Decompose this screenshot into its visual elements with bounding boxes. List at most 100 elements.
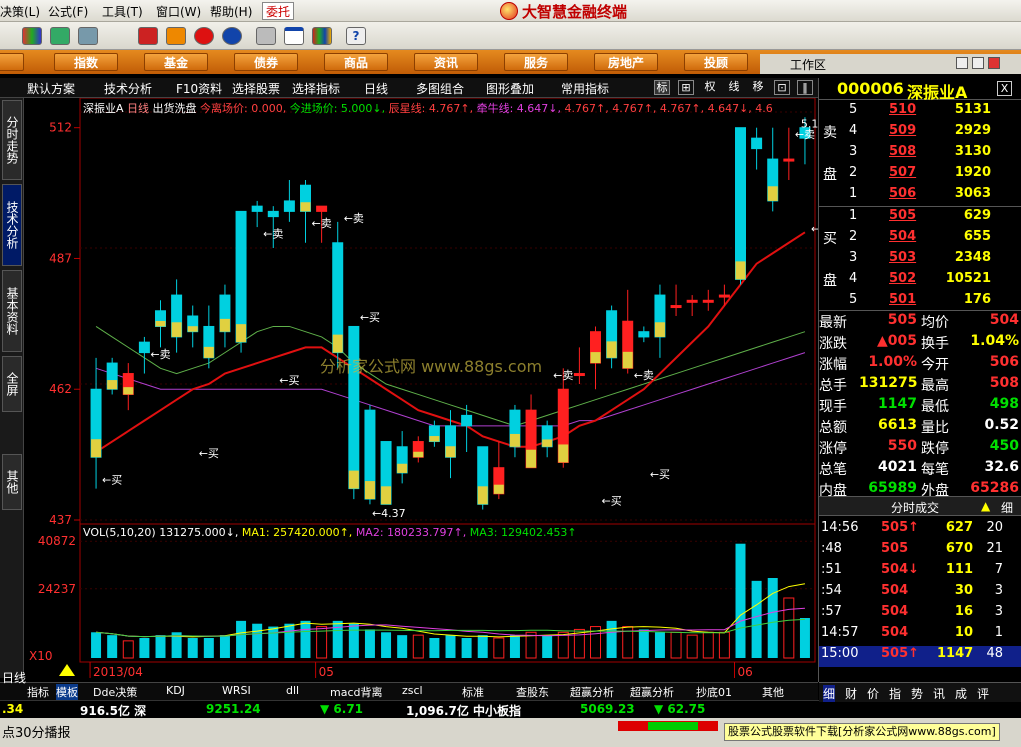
tab-fundamentals[interactable]: 基本资料: [2, 270, 22, 352]
nav-news[interactable]: 资讯: [414, 53, 478, 71]
tick-price: 505: [881, 541, 909, 556]
print-icon[interactable]: [256, 27, 276, 45]
tick-time: :48: [821, 541, 842, 556]
y-label-2: 462: [49, 382, 72, 396]
menu-window[interactable]: 窗口(W): [156, 3, 201, 20]
candle-highlight: [526, 449, 537, 468]
overlay-dropdown[interactable]: 图形叠加: [486, 80, 534, 97]
quote-tab-2[interactable]: 价: [867, 685, 879, 702]
stock-red-icon[interactable]: [194, 27, 214, 45]
tech-analysis-dropdown[interactable]: 技术分析: [104, 80, 152, 97]
nav-bond[interactable]: 债券: [234, 53, 298, 71]
f10-dropdown[interactable]: F10资料: [176, 80, 222, 97]
nav-stocks[interactable]: 股: [0, 53, 24, 71]
tab-intraday[interactable]: 分时走势: [2, 100, 22, 180]
quote-tab-0[interactable]: 细: [823, 685, 836, 702]
tab-fullscreen[interactable]: 全屏: [2, 356, 22, 412]
multi-chart-dropdown[interactable]: 多图组合: [416, 80, 464, 97]
stock-blue-icon[interactable]: [222, 27, 242, 45]
ad-banner[interactable]: 股票公式股票软件下载[分析家公式网www.88gs.com]: [724, 723, 1000, 741]
binoculars-icon[interactable]: [50, 27, 70, 45]
stat-row: 涨停 550 跌停 450: [819, 438, 1021, 459]
volume-chart[interactable]: 40872 24237 X10 2013/04 05 06: [25, 524, 818, 682]
tab-standard[interactable]: 标准: [462, 684, 484, 700]
nav-advisor[interactable]: 投顾: [684, 53, 748, 71]
tab-other[interactable]: 其他: [2, 454, 22, 510]
candle-body: [573, 373, 585, 377]
common-indicator-dropdown[interactable]: 常用指标: [561, 80, 609, 97]
tab-daily-label[interactable]: 日线: [2, 669, 26, 686]
close-window-icon[interactable]: [988, 57, 1000, 69]
work-area-label[interactable]: 工作区: [790, 56, 826, 73]
menu-decision[interactable]: 决策(L): [0, 3, 40, 20]
ticks-detail-button[interactable]: 细: [1001, 499, 1013, 516]
stat-row: 涨幅 1.00% 今开 506: [819, 354, 1021, 375]
move-button[interactable]: 移: [750, 80, 766, 95]
quote-tab-7[interactable]: 评: [977, 685, 989, 702]
books-icon[interactable]: [312, 27, 332, 45]
quote-tab-5[interactable]: 讯: [933, 685, 945, 702]
menu-help[interactable]: 帮助(H): [210, 3, 252, 20]
tab-macd[interactable]: macd背离: [330, 684, 383, 700]
candle-highlight: [123, 387, 134, 395]
tick-time: 15:00: [821, 646, 859, 661]
quote-tab-1[interactable]: 财: [845, 685, 857, 702]
tab-kdj[interactable]: KDJ: [166, 684, 185, 697]
alert-icon[interactable]: [138, 27, 158, 45]
nav-fund[interactable]: 基金: [144, 53, 208, 71]
tab-technical[interactable]: 技术分析: [2, 184, 22, 266]
restore-icon[interactable]: [972, 57, 984, 69]
stats-divider: [819, 310, 1021, 311]
nav-commodity[interactable]: 商品: [324, 53, 388, 71]
volume-bar: [735, 543, 746, 658]
tab-dde[interactable]: Dde决策: [93, 684, 137, 700]
select-stock-button[interactable]: 选择股票: [232, 80, 280, 97]
quote-tab-3[interactable]: 指: [889, 685, 901, 702]
period-dropdown[interactable]: 日线: [364, 80, 388, 97]
stat-value-2: 508: [989, 375, 1019, 391]
market-icon[interactable]: [22, 27, 42, 45]
nav-index[interactable]: 指数: [54, 53, 118, 71]
tab-indicator[interactable]: 指标: [27, 684, 49, 700]
minimize-icon[interactable]: [956, 57, 968, 69]
kline-chart[interactable]: 512487462437←买←卖←买←卖←买←卖←卖←买←卖←买←卖←买←卖←买…: [25, 98, 818, 524]
expand-icon[interactable]: ⊡: [774, 80, 790, 95]
tab-bottom-fishing[interactable]: 抄底01: [696, 684, 732, 700]
nav-realestate[interactable]: 房地产: [594, 53, 658, 71]
tick-count: 48: [986, 646, 1003, 661]
menu-formula[interactable]: 公式(F): [48, 3, 88, 20]
brand-text: 大智慧金融终端: [522, 3, 628, 21]
scheme-dropdown[interactable]: 默认方案: [27, 80, 75, 97]
tab-template[interactable]: 模板: [56, 684, 78, 700]
select-indicator-button[interactable]: 选择指标: [292, 80, 340, 97]
quote-tab-6[interactable]: 成: [955, 685, 967, 702]
tab-super-analysis-1[interactable]: 超赢分析: [570, 684, 614, 700]
crosshair-icon[interactable]: ⊞: [678, 80, 694, 95]
volume-bar: [139, 638, 150, 658]
tab-super-analysis-2[interactable]: 超赢分析: [630, 684, 674, 700]
help-icon[interactable]: ?: [346, 27, 366, 45]
trust-button[interactable]: 委托: [262, 2, 295, 20]
tab-dll[interactable]: dll: [286, 684, 299, 697]
tab-wrsi[interactable]: WRSI: [222, 684, 251, 697]
nav-service[interactable]: 服务: [504, 53, 568, 71]
menu-tools[interactable]: 工具(T): [102, 3, 143, 20]
window-icon[interactable]: [284, 27, 304, 45]
ticks-arrow-icon[interactable]: ▲: [981, 499, 990, 513]
close-panel-icon[interactable]: X: [997, 81, 1012, 96]
rights-button[interactable]: 权: [702, 80, 718, 95]
legend-formula: 出货洗盘: [152, 102, 197, 115]
tab-zscl[interactable]: zscl: [402, 684, 423, 697]
arrow-icon[interactable]: [166, 27, 186, 45]
pause-icon[interactable]: ‖: [797, 80, 813, 95]
mark-button[interactable]: 标: [654, 80, 670, 95]
quote-tab-4[interactable]: 势: [911, 685, 923, 702]
volume-bar: [638, 629, 649, 658]
list-icon[interactable]: [78, 27, 98, 45]
volume-bar: [429, 638, 440, 658]
line-button[interactable]: 线: [726, 80, 742, 95]
tab-others[interactable]: 其他: [762, 684, 784, 700]
stat-value-2: 1.04%: [970, 333, 1019, 349]
tab-shareholders[interactable]: 查股东: [516, 684, 549, 700]
stat-row: 现手 1147 最低 498: [819, 396, 1021, 417]
